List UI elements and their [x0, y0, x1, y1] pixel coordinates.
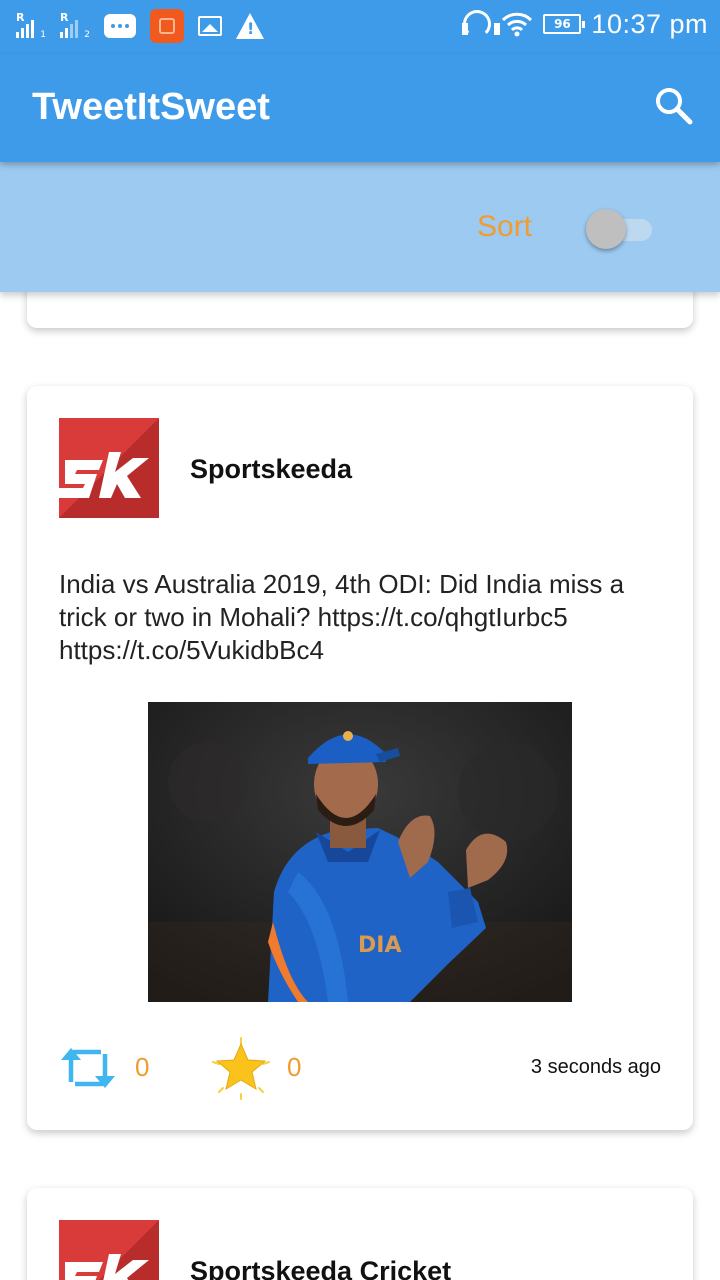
- sportskeeda-logo: [59, 418, 159, 518]
- sportskeeda-logo: [59, 1220, 159, 1280]
- retweet-icon: [61, 1048, 115, 1088]
- status-clock: 10:37 pm: [591, 8, 708, 39]
- image-icon: [198, 16, 222, 36]
- sort-bar: Sort: [0, 162, 720, 292]
- headset-icon: [461, 8, 501, 40]
- tweet-author[interactable]: Sportskeeda Cricket: [190, 1256, 451, 1280]
- search-button[interactable]: [652, 84, 696, 128]
- warning-icon: [236, 13, 264, 39]
- sort-toggle-thumb: [586, 209, 626, 249]
- app-title: TweetItSweet: [32, 86, 270, 128]
- tweet-card[interactable]: Sportskeeda India vs Australia 2019, 4th…: [27, 386, 693, 1130]
- tweet-timestamp: 3 seconds ago: [530, 1056, 661, 1078]
- app-notification-icon: [150, 9, 184, 43]
- favorite-button[interactable]: [209, 1036, 273, 1100]
- battery-icon: 96: [543, 14, 586, 34]
- tweet-author[interactable]: Sportskeeda: [190, 454, 352, 485]
- tweet-text: India vs Australia 2019, 4th ODI: Did In…: [59, 569, 625, 665]
- tweet-card[interactable]: Sportskeeda Cricket: [27, 1188, 693, 1280]
- wifi-icon: [501, 10, 533, 38]
- signal-icon: R 1: [16, 11, 46, 40]
- sort-toggle[interactable]: [586, 206, 654, 249]
- tweet-actions: 0 0 3 seconds ago: [27, 1036, 693, 1106]
- signal-icon: R 2: [60, 11, 90, 40]
- app-bar: TweetItSweet: [0, 54, 720, 162]
- star-icon: [212, 1037, 270, 1100]
- chat-icon: [104, 14, 136, 38]
- favorite-count: 0: [287, 1052, 302, 1082]
- sort-label: Sort: [477, 210, 533, 243]
- retweet-button[interactable]: [57, 1044, 119, 1092]
- svg-text:DIA: DIA: [358, 933, 401, 958]
- status-bar: R 1 R 2 96 10:37 pm: [0, 0, 720, 54]
- tweet-image[interactable]: DIA: [148, 702, 572, 1002]
- search-icon: [656, 88, 693, 125]
- retweet-count: 0: [135, 1052, 150, 1082]
